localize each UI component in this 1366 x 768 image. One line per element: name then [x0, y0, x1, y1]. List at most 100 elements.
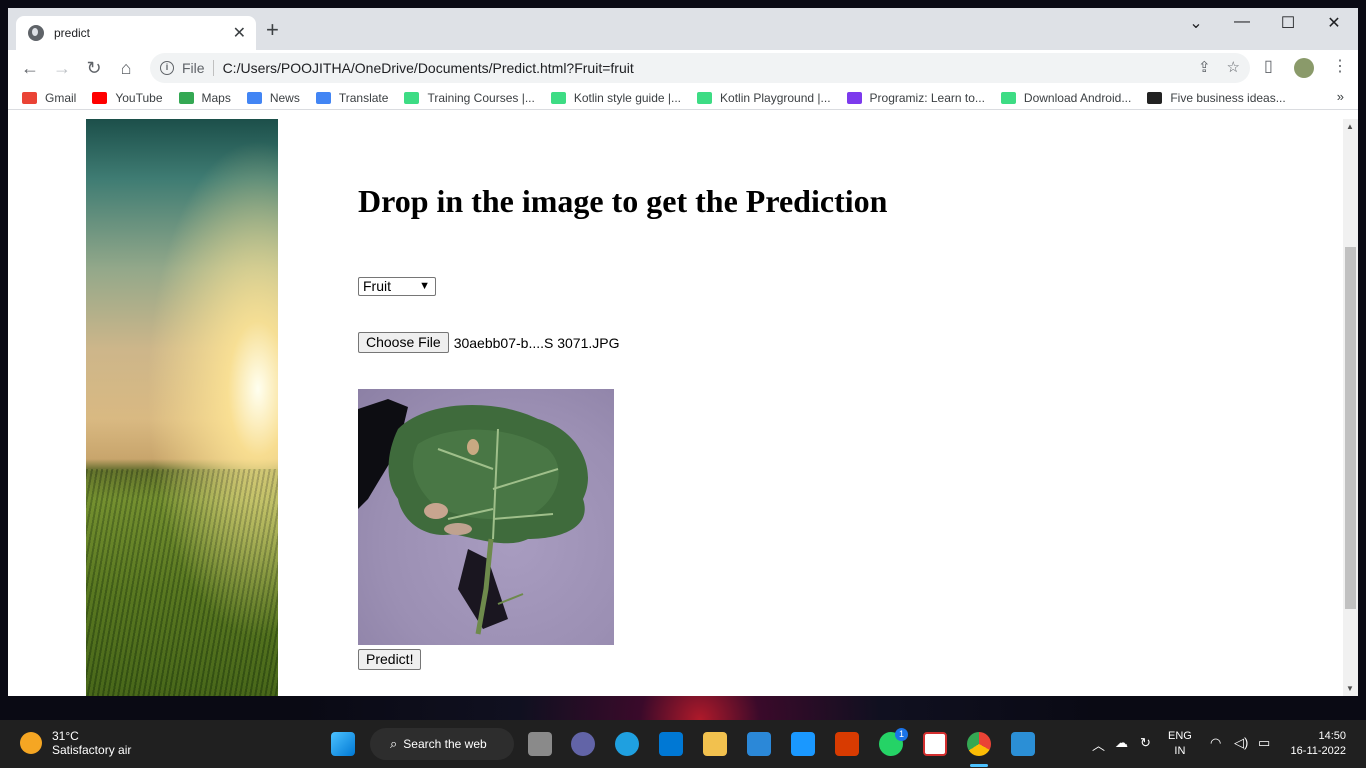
tab-strip: predict ✕ + ⌄ — ☐ ✕ [8, 8, 1358, 50]
prime-video-icon[interactable] [791, 732, 815, 756]
battery-icon[interactable]: ▭ [1258, 735, 1270, 751]
bookmark-favicon-icon [246, 91, 262, 104]
bookmark-item[interactable]: Kotlin Playground |... [697, 91, 831, 105]
scrollbar-thumb[interactable] [1345, 247, 1356, 609]
browser-window: predict ✕ + ⌄ — ☐ ✕ ← → ↻ ⌂ i File C:/Us… [8, 8, 1358, 696]
bookmarks-bar: Gmail YouTube Maps News Translate Training Co… [8, 86, 1358, 110]
leaf-preview-image [358, 389, 614, 645]
taskbar: 31°C Satisfactory air ⌕ Search the web 1… [0, 720, 1366, 768]
bookmark-favicon-icon [404, 91, 420, 104]
edge-icon[interactable] [615, 732, 639, 756]
reload-button[interactable]: ↻ [82, 56, 106, 80]
category-select-value: Fruit [363, 278, 391, 294]
bookmark-favicon-icon [697, 91, 713, 104]
info-icon[interactable]: i [160, 61, 174, 75]
url-scheme: File [182, 60, 214, 76]
whatsapp-badge: 1 [895, 728, 908, 741]
search-label: Search the web [403, 737, 487, 751]
bookmark-item[interactable]: Five business ideas... [1147, 91, 1286, 105]
file-explorer-icon[interactable] [703, 732, 727, 756]
category-select[interactable]: Fruit ▼ [358, 277, 436, 296]
new-tab-button[interactable]: + [266, 19, 279, 41]
time: 14:50 [1318, 730, 1346, 742]
bookmark-label: Download Android... [1023, 90, 1132, 105]
minimize-button[interactable]: — [1219, 13, 1265, 31]
onedrive-icon[interactable]: ☁ [1115, 735, 1128, 751]
bookmark-favicon-icon [846, 91, 862, 104]
close-window-button[interactable]: ✕ [1311, 13, 1357, 33]
task-view-icon[interactable] [528, 732, 552, 756]
file-input: Choose File 30aebb07-b....S 3071.JPG [358, 332, 620, 353]
bookmark-item[interactable]: News [246, 91, 300, 105]
tab-predict[interactable]: predict ✕ [16, 16, 256, 50]
chrome-icon[interactable] [967, 732, 991, 756]
address-bar[interactable]: i File C:/Users/POOJITHA/OneDrive/Docume… [150, 53, 1250, 83]
globe-icon [28, 25, 44, 41]
bookmark-favicon-icon [1147, 91, 1163, 104]
volume-icon[interactable]: ◁) [1234, 735, 1248, 751]
bookmark-label: Gmail [45, 90, 77, 105]
bookmark-item[interactable]: Download Android... [1000, 90, 1132, 105]
mail-icon[interactable] [659, 732, 683, 756]
bookmark-label: Kotlin Playground |... [720, 90, 831, 105]
bookmark-favicon-icon [1000, 91, 1016, 104]
bookmark-item[interactable]: Maps [178, 90, 231, 105]
bookmark-favicon-icon [22, 91, 37, 104]
scroll-down-icon[interactable]: ▼ [1346, 684, 1354, 693]
more-bookmarks-icon[interactable]: » [1337, 89, 1344, 104]
taskbar-search[interactable]: ⌕ Search the web [370, 728, 514, 760]
menu-icon[interactable]: ⋮ [1332, 56, 1348, 76]
close-tab-icon[interactable]: ✕ [233, 23, 246, 43]
bookmark-item[interactable]: YouTube [92, 90, 163, 105]
date: 16-11-2022 [1290, 745, 1346, 757]
office-icon[interactable] [835, 732, 859, 756]
share-icon[interactable]: ⇪ [1198, 58, 1211, 76]
wifi-icon[interactable]: ◠ [1210, 735, 1221, 751]
bookmark-label: YouTube [115, 90, 163, 105]
profile-avatar[interactable] [1294, 58, 1314, 78]
bookmark-star-icon[interactable]: ☆ [1227, 58, 1240, 76]
vertical-scrollbar[interactable]: ▲ ▼ [1343, 119, 1358, 696]
weather-sun-icon [20, 732, 42, 754]
bookmark-item[interactable]: Programiz: Learn to... [846, 90, 985, 105]
bookmark-item[interactable]: Gmail [22, 91, 76, 105]
temperature: 31°C [52, 729, 79, 743]
microsoft-store-icon[interactable] [747, 732, 771, 756]
bookmark-favicon-icon [178, 91, 194, 104]
side-panel-icon[interactable]: ▯ [1264, 56, 1273, 76]
bookmark-item[interactable]: Kotlin style guide |... [550, 90, 682, 105]
toolbar: ← → ↻ ⌂ i File C:/Users/POOJITHA/OneDriv… [8, 50, 1358, 86]
forward-button[interactable]: → [50, 56, 74, 80]
clock[interactable]: 14:50 16-11-2022 [1286, 729, 1346, 759]
language-indicator[interactable]: ENG IN [1168, 729, 1192, 759]
bookmark-favicon-icon [550, 91, 566, 104]
url-text[interactable]: C:/Users/POOJITHA/OneDrive/Documents/Pre… [223, 60, 634, 76]
bookmark-item[interactable]: Translate [315, 91, 388, 105]
tab-title: predict [54, 26, 91, 40]
language-code: ENG [1168, 730, 1192, 742]
file-name: 30aebb07-b....S 3071.JPG [453, 334, 620, 351]
page-heading: Drop in the image to get the Prediction [358, 183, 888, 219]
maximize-button[interactable]: ☐ [1265, 13, 1311, 33]
bookmark-item[interactable]: Training Courses |... [404, 90, 535, 105]
teams-chat-icon[interactable] [571, 732, 595, 756]
chevron-up-icon[interactable]: ︿ [1092, 735, 1105, 754]
choose-file-button[interactable]: Choose File [358, 332, 449, 353]
bookmark-label: Maps [201, 90, 231, 105]
home-button[interactable]: ⌂ [114, 56, 138, 80]
bookmark-label: Kotlin style guide |... [573, 90, 682, 105]
notepad-icon[interactable] [1011, 732, 1035, 756]
page-viewport: Drop in the image to get the Prediction … [8, 119, 1358, 696]
scroll-up-icon[interactable]: ▲ [1346, 122, 1354, 131]
bookmark-label: Programiz: Learn to... [869, 90, 985, 105]
bookmark-label: Training Courses |... [427, 90, 535, 105]
tab-search-icon[interactable]: ⌄ [1173, 13, 1219, 33]
field-sunset-image [86, 119, 278, 696]
region-code: IN [1174, 745, 1186, 757]
snipping-tool-icon[interactable] [923, 732, 947, 756]
start-button[interactable] [331, 732, 355, 756]
weather-widget[interactable]: 31°C Satisfactory air [20, 729, 131, 757]
sync-icon[interactable]: ↻ [1140, 735, 1151, 751]
predict-button[interactable]: Predict! [358, 649, 422, 670]
back-button[interactable]: ← [18, 56, 42, 80]
